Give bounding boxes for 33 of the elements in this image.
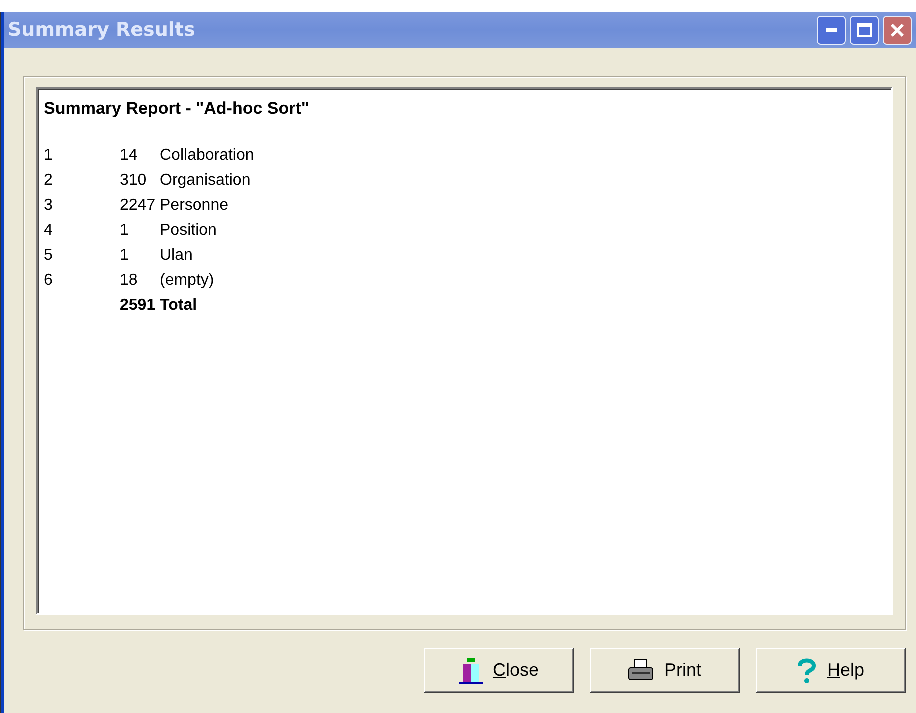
total-label: Total [160, 296, 198, 316]
close-button[interactable]: Close [424, 648, 574, 693]
row-index: 6 [44, 271, 54, 291]
row-name: Ulan [160, 246, 194, 266]
printer-icon [628, 658, 654, 682]
total-count: 2591 [120, 296, 157, 316]
row-name: Position [160, 221, 218, 241]
row-name: Collaboration [160, 146, 256, 166]
row-count: 1 [120, 221, 130, 241]
row-name: (empty) [160, 271, 216, 291]
row-name: Organisation [160, 171, 252, 191]
report-heading: Summary Report - "Ad-hoc Sort" [44, 99, 310, 119]
row-index: 4 [44, 221, 54, 241]
row-index: 5 [44, 246, 54, 266]
row-count: 18 [120, 271, 139, 291]
question-mark-icon [797, 658, 818, 684]
row-count: 1 [120, 246, 130, 266]
row-count: 310 [120, 171, 148, 191]
maximize-icon [857, 23, 872, 37]
minimize-icon [826, 28, 837, 32]
close-button[interactable] [883, 16, 912, 44]
row-index: 3 [44, 196, 54, 216]
row-count: 2247 [120, 196, 157, 216]
close-icon [890, 22, 905, 38]
maximize-button[interactable] [850, 16, 879, 44]
window-title: Summary Results [8, 19, 196, 41]
help-button[interactable]: Help [756, 648, 906, 693]
row-index: 1 [44, 146, 54, 166]
print-button[interactable]: Print [590, 648, 740, 693]
row-name: Personne [160, 196, 230, 216]
minimize-button[interactable] [817, 16, 846, 44]
row-count: 14 [120, 146, 139, 166]
row-index: 2 [44, 171, 54, 191]
